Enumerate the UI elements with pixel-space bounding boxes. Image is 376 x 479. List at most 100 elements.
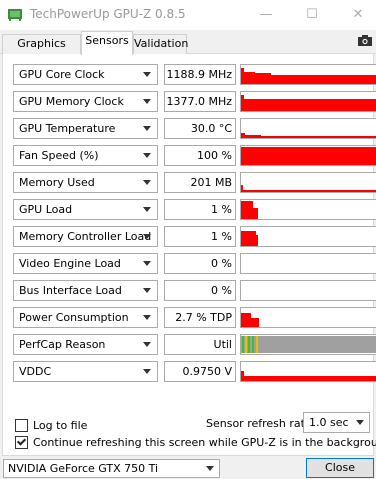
sensor-graph-plot <box>241 231 258 246</box>
sensor-label-select[interactable]: Memory Used <box>13 172 158 193</box>
sensor-value: 0 % <box>164 280 236 301</box>
chevron-down-icon <box>143 72 151 77</box>
sensor-row: Fan Speed (%) 100 % <box>11 145 376 167</box>
sensor-graph-plot <box>241 371 376 381</box>
refresh-rate-label: Sensor refresh rate: <box>206 417 316 430</box>
perfcap-stripe <box>248 336 250 353</box>
gpu-select[interactable]: NVIDIA GeForce GTX 750 Ti <box>3 459 220 478</box>
sensor-row: Memory Used 201 MB <box>11 172 376 194</box>
chevron-down-icon <box>143 99 151 104</box>
continue-refresh-checkbox[interactable] <box>15 436 28 449</box>
sensor-label: Video Engine Load <box>19 257 121 270</box>
sensor-value: Util <box>164 334 236 355</box>
maximize-button[interactable]: ☐ <box>290 0 334 30</box>
close-button[interactable]: Close <box>306 458 374 478</box>
sensor-graph-plot <box>241 336 376 353</box>
sensor-graph <box>240 334 376 355</box>
close-window-button[interactable]: ✕ <box>336 0 376 30</box>
chevron-down-icon <box>143 153 151 158</box>
sensor-row: Video Engine Load 0 % <box>11 253 376 275</box>
sensor-graph <box>240 361 376 382</box>
sensor-graph-plot <box>241 313 259 327</box>
sensor-graph <box>240 280 376 301</box>
minimize-button[interactable]: — <box>244 0 288 30</box>
camera-icon[interactable] <box>358 35 372 46</box>
chevron-down-icon <box>143 342 151 347</box>
chevron-down-icon <box>143 234 151 239</box>
tab-bar: Graphics Card Sensors Validation <box>0 30 376 68</box>
perfcap-stripe <box>252 336 254 353</box>
sensor-row: GPU Load 1 % <box>11 199 376 221</box>
tab-validation[interactable]: Validation <box>133 34 188 54</box>
sensor-row: Memory Controller Load 1 % <box>11 226 376 248</box>
sensor-row: Power Consumption 2.7 % TDP <box>11 307 376 329</box>
sensor-graph-plot <box>241 254 376 273</box>
sensor-label-select[interactable]: GPU Core Clock <box>13 64 158 85</box>
sensor-value: 0.9750 V <box>164 361 236 382</box>
sensor-label: VDDC <box>19 365 52 378</box>
sensor-label: GPU Memory Clock <box>19 95 124 108</box>
gpu-select-value: NVIDIA GeForce GTX 750 Ti <box>8 462 159 475</box>
sensor-graph <box>240 145 376 166</box>
sensor-label: Fan Speed (%) <box>19 149 99 162</box>
chevron-down-icon <box>143 315 151 320</box>
refresh-rate-select[interactable]: 1.0 sec <box>303 412 370 433</box>
sensor-label-select[interactable]: VDDC <box>13 361 158 382</box>
chevron-down-icon <box>356 420 364 425</box>
title-bar: TechPowerUp GPU-Z 0.8.5 — ☐ ✕ <box>0 0 376 30</box>
sensor-label: Memory Controller Load <box>19 230 152 243</box>
sensor-label-select[interactable]: PerfCap Reason <box>13 334 158 355</box>
sensor-label-select[interactable]: GPU Temperature <box>13 118 158 139</box>
sensor-label-select[interactable]: GPU Memory Clock <box>13 91 158 112</box>
sensor-label-select[interactable]: Bus Interface Load <box>13 280 158 301</box>
tab-graphics-card[interactable]: Graphics Card <box>2 34 81 68</box>
sensor-value: 30.0 °C <box>164 118 236 139</box>
sensor-graph <box>240 64 376 85</box>
sensor-label: GPU Core Clock <box>19 68 105 81</box>
sensor-label: Power Consumption <box>19 311 129 324</box>
sensor-label: GPU Temperature <box>19 122 116 135</box>
window-title: TechPowerUp GPU-Z 0.8.5 <box>30 7 186 21</box>
sensor-graph-area <box>241 185 376 192</box>
log-to-file-label: Log to file <box>33 419 88 432</box>
sensor-graph-plot <box>241 147 376 165</box>
sensor-graph <box>240 253 376 274</box>
sensor-row: VDDC 0.9750 V <box>11 361 376 383</box>
sensor-label-select[interactable]: GPU Load <box>13 199 158 220</box>
tab-sensors[interactable]: Sensors <box>81 31 133 55</box>
sensor-graph-plot <box>241 133 376 138</box>
sensor-label: PerfCap Reason <box>19 338 106 351</box>
sensor-label-select[interactable]: Power Consumption <box>13 307 158 328</box>
sensor-graph <box>240 91 376 112</box>
sensor-row: GPU Memory Clock 1377.0 MHz <box>11 91 376 113</box>
chevron-down-icon <box>143 180 151 185</box>
sensor-value: 100 % <box>164 145 236 166</box>
sensor-graph <box>240 226 376 247</box>
sensor-label-select[interactable]: Video Engine Load <box>13 253 158 274</box>
sensor-value: 201 MB <box>164 172 236 193</box>
sensor-value: 0 % <box>164 253 236 274</box>
sensor-graph <box>240 199 376 220</box>
sensor-label: GPU Load <box>19 203 73 216</box>
sensor-label-select[interactable]: Fan Speed (%) <box>13 145 158 166</box>
sensor-graph-plot <box>241 68 376 84</box>
sensor-value: 1 % <box>164 226 236 247</box>
log-to-file-checkbox[interactable] <box>15 419 28 432</box>
sensor-graph-area <box>241 201 258 219</box>
sensor-graph-area <box>241 68 376 84</box>
sensor-graph-area <box>241 313 259 327</box>
perfcap-stripe <box>242 336 244 353</box>
sensor-value: 1377.0 MHz <box>164 91 236 112</box>
sensor-graph-plot <box>241 185 376 192</box>
sensor-row: PerfCap Reason Util <box>11 334 376 356</box>
sensor-label-select[interactable]: Memory Controller Load <box>13 226 158 247</box>
sensor-graph <box>240 307 376 328</box>
sensor-label: Memory Used <box>19 176 95 189</box>
chevron-down-icon <box>143 207 151 212</box>
sensor-row: GPU Temperature 30.0 °C <box>11 118 376 140</box>
chevron-down-icon <box>143 288 151 293</box>
sensor-graph <box>240 118 376 139</box>
perfcap-stripe <box>245 336 247 353</box>
checkmark-icon <box>16 436 27 446</box>
sensor-graph-area <box>241 133 376 138</box>
